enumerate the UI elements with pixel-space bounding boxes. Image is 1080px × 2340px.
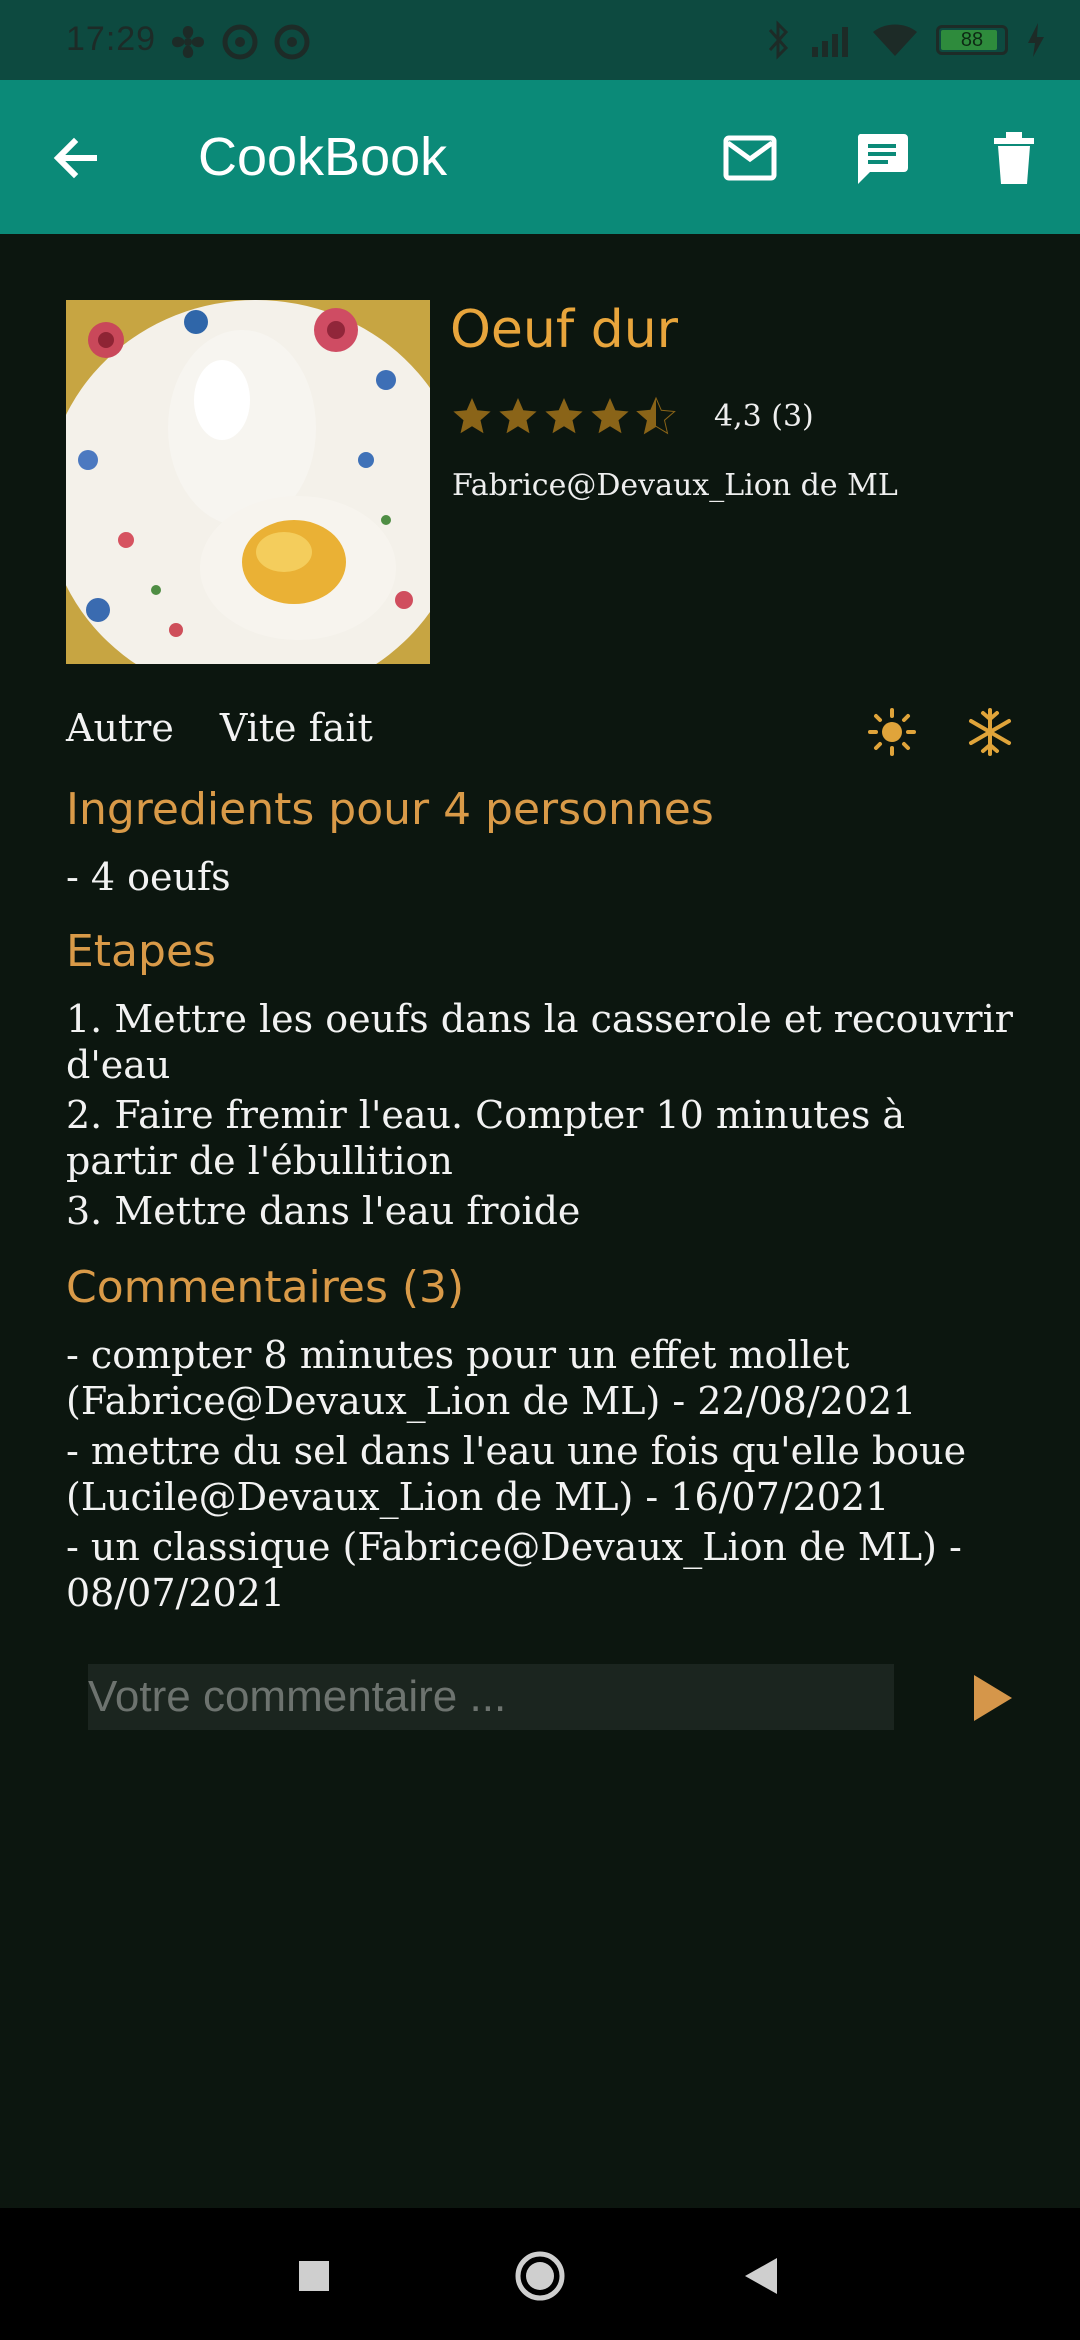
star-icon xyxy=(453,398,491,434)
fan-icon xyxy=(172,26,204,58)
star-icon xyxy=(591,398,629,434)
snowflake-icon xyxy=(969,708,1011,756)
recipe-screen: 17:29 88 CookBook Oeuf dur 4,3 (3) Fabri… xyxy=(0,0,1080,2340)
message-icon xyxy=(857,134,908,184)
star-icon xyxy=(545,398,583,434)
recipe-author: Fabrice@Devaux_Lion de ML xyxy=(452,468,898,503)
rating: 4,3 (3) xyxy=(452,396,814,436)
home-button[interactable] xyxy=(508,2244,572,2308)
recipe-title: Oeuf dur xyxy=(450,300,679,360)
comments-title: Commentaires (3) xyxy=(66,1262,465,1313)
steps-title: Etapes xyxy=(66,926,216,977)
steps-list: 1. Mettre les oeufs dans la casserole et… xyxy=(66,996,1026,1238)
charging-icon xyxy=(1028,23,1044,57)
star-icon xyxy=(499,398,537,434)
bluetooth-icon xyxy=(768,20,789,60)
comment-item: - mettre du sel dans l'eau une fois qu'e… xyxy=(66,1429,967,1519)
step-item: 1. Mettre les oeufs dans la casserole et… xyxy=(66,997,1013,1087)
step-item: 3. Mettre dans l'eau froide xyxy=(66,1189,581,1233)
rating-stars xyxy=(452,396,676,436)
recents-button[interactable] xyxy=(282,2244,346,2308)
rating-text: 4,3 (3) xyxy=(714,398,814,434)
sun-icon xyxy=(868,708,916,756)
wifi-icon xyxy=(873,24,917,56)
arrow-back-icon xyxy=(53,137,97,179)
at-icon xyxy=(274,24,310,60)
ingredients-list: - 4 oeufs xyxy=(66,854,1026,904)
back-button[interactable] xyxy=(40,122,112,194)
app-title: CookBook xyxy=(198,127,448,187)
star-half-icon xyxy=(636,396,676,435)
ingredients-title: Ingredients pour 4 personnes xyxy=(66,784,714,835)
send-comment-button[interactable] xyxy=(956,1662,1028,1734)
send-icon xyxy=(974,1675,1012,1721)
notification-icons xyxy=(168,22,312,62)
tag-category: Autre xyxy=(66,706,174,750)
delete-icon xyxy=(994,132,1034,184)
comment-input[interactable] xyxy=(88,1664,894,1730)
status-bar: 17:29 88 xyxy=(0,0,1080,80)
app-bar: CookBook xyxy=(0,80,1080,234)
triangle-back-icon xyxy=(745,2258,777,2294)
battery-icon: 88 xyxy=(936,25,1008,55)
navigation-bar xyxy=(0,2208,1080,2340)
home-circle-icon xyxy=(515,2251,565,2301)
status-time: 17:29 xyxy=(66,20,157,58)
square-icon xyxy=(299,2261,329,2291)
step-item: 2. Faire fremir l'eau. Compter 10 minute… xyxy=(66,1093,906,1183)
half-egg xyxy=(200,496,396,640)
season-icons xyxy=(868,708,1014,756)
recipe-photo xyxy=(66,300,430,664)
battery-level: 88 xyxy=(960,29,984,51)
tag-speed: Vite fait xyxy=(219,706,373,750)
delete-button[interactable] xyxy=(976,120,1052,196)
signal-icon xyxy=(812,27,848,57)
recipe-tags: Autre Vite fait xyxy=(66,706,373,750)
back-nav-button[interactable] xyxy=(730,2244,794,2308)
message-button[interactable] xyxy=(844,120,920,196)
comment-item: - compter 8 minutes pour un effet mollet… xyxy=(66,1333,917,1423)
at-icon xyxy=(222,24,258,60)
comments-list: - compter 8 minutes pour un effet mollet… xyxy=(66,1332,1026,1620)
comment-item: - un classique (Fabrice@Devaux_Lion de M… xyxy=(66,1525,962,1615)
mail-icon xyxy=(723,135,777,181)
mail-button[interactable] xyxy=(712,120,788,196)
system-status-icons: 88 xyxy=(766,20,1046,60)
ingredient-item: - 4 oeufs xyxy=(66,855,231,899)
